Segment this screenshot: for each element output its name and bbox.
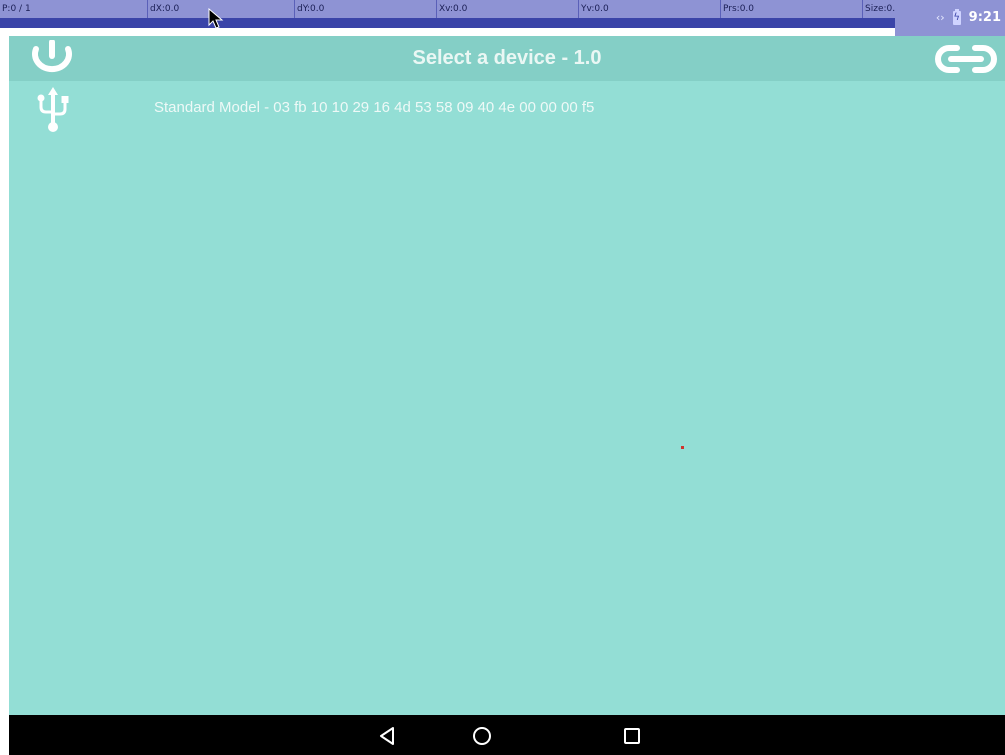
link-icon [935,45,997,73]
usb-icon [37,87,69,132]
status-time: 9:21 [968,10,1001,25]
home-icon[interactable] [469,723,495,749]
screen-left-edge [0,28,9,716]
device-list-item[interactable]: Standard Model - 03 fb 10 10 29 16 4d 53… [9,81,1005,137]
app-bar: Select a device - 1.0 [9,36,1005,81]
device-name: Standard Model - 03 fb 10 10 29 16 4d 53… [154,99,595,116]
delta-x-readout: dX:0.0 [147,0,179,18]
page-title: Select a device - 1.0 [412,47,602,69]
pointer-count-readout: P:0 / 1 [2,4,31,14]
recents-icon[interactable] [619,723,645,749]
battery-charging-icon [952,8,961,25]
velocity-x-readout: Xv:0.0 [436,0,467,18]
back-icon[interactable] [375,723,401,749]
device-list: Standard Model - 03 fb 10 10 29 16 4d 53… [9,81,1005,715]
touch-indicator [681,446,684,449]
power-icon [32,39,72,72]
power-button[interactable] [19,39,85,78]
velocity-y-readout: Yv:0.0 [578,0,609,18]
connect-button[interactable] [935,44,997,74]
mouse-pointer-icon [208,8,224,29]
pointer-location-readout: P:0 / 1 dX:0.0 dY:0.0 Xv:0.0 Yv:0.0 Prs:… [0,0,1005,18]
pressure-readout: Prs:0.0 [720,0,754,18]
delta-y-readout: dY:0.0 [294,0,324,18]
navigation-bar [9,715,1005,755]
data-transfer-icon: ‹› [935,11,945,24]
